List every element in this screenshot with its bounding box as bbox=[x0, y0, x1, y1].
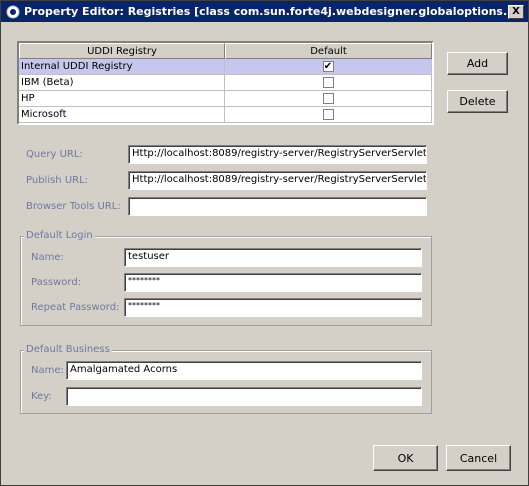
login-name-field[interactable]: testuser bbox=[124, 248, 422, 267]
registry-name-cell[interactable]: Internal UDDI Registry bbox=[19, 59, 225, 74]
cancel-button[interactable]: Cancel bbox=[446, 445, 511, 471]
default-checkbox[interactable] bbox=[322, 109, 334, 120]
table-row[interactable]: IBM (Beta) bbox=[19, 75, 432, 91]
column-header-uddi-registry[interactable]: UDDI Registry bbox=[19, 43, 225, 59]
business-name-field[interactable]: Amalgamated Acorns bbox=[66, 361, 422, 380]
default-checkbox[interactable]: ✔ bbox=[322, 61, 334, 72]
default-cell[interactable] bbox=[225, 75, 432, 90]
registry-name-cell[interactable]: Microsoft bbox=[19, 107, 225, 122]
publish-url-field[interactable]: Http://localhost:8089/registry-server/Re… bbox=[128, 171, 427, 190]
property-editor-dialog: Property Editor: Registries [class com.s… bbox=[0, 0, 529, 486]
business-name-label: Name: bbox=[31, 365, 64, 376]
table-row[interactable]: Internal UDDI Registry ✔ bbox=[19, 59, 432, 75]
default-cell[interactable] bbox=[225, 91, 432, 106]
default-business-title: Default Business bbox=[24, 344, 112, 355]
add-button[interactable]: Add bbox=[447, 52, 508, 75]
app-icon bbox=[5, 4, 21, 20]
column-header-default[interactable]: Default bbox=[225, 43, 432, 59]
repeat-password-label: Repeat Password: bbox=[31, 302, 120, 313]
browser-tools-url-field[interactable] bbox=[128, 197, 427, 216]
default-cell[interactable]: ✔ bbox=[225, 59, 432, 74]
table-header: UDDI Registry Default bbox=[19, 43, 432, 59]
query-url-field[interactable]: Http://localhost:8089/registry-server/Re… bbox=[128, 145, 427, 164]
browser-tools-url-label: Browser Tools URL: bbox=[26, 201, 121, 212]
login-name-label: Name: bbox=[31, 252, 64, 263]
registry-table[interactable]: UDDI Registry Default Internal UDDI Regi… bbox=[17, 41, 434, 125]
repeat-password-field[interactable]: ******** bbox=[124, 298, 422, 317]
delete-button[interactable]: Delete bbox=[447, 90, 508, 113]
close-button[interactable]: X bbox=[508, 4, 524, 19]
registry-name-cell[interactable]: IBM (Beta) bbox=[19, 75, 225, 90]
password-field[interactable]: ******** bbox=[124, 273, 422, 292]
password-label: Password: bbox=[31, 277, 82, 288]
window-title: Property Editor: Registries [class com.s… bbox=[24, 5, 508, 18]
default-checkbox[interactable] bbox=[322, 93, 334, 104]
ok-button[interactable]: OK bbox=[373, 445, 438, 471]
business-key-label: Key: bbox=[31, 391, 52, 402]
table-row[interactable]: HP bbox=[19, 91, 432, 107]
publish-url-label: Publish URL: bbox=[26, 175, 89, 186]
default-login-title: Default Login bbox=[24, 230, 95, 241]
query-url-label: Query URL: bbox=[26, 149, 83, 160]
business-key-field[interactable] bbox=[66, 387, 422, 406]
default-checkbox[interactable] bbox=[322, 77, 334, 88]
table-row[interactable]: Microsoft bbox=[19, 107, 432, 123]
registry-name-cell[interactable]: HP bbox=[19, 91, 225, 106]
title-bar[interactable]: Property Editor: Registries [class com.s… bbox=[1, 1, 528, 22]
default-cell[interactable] bbox=[225, 107, 432, 122]
